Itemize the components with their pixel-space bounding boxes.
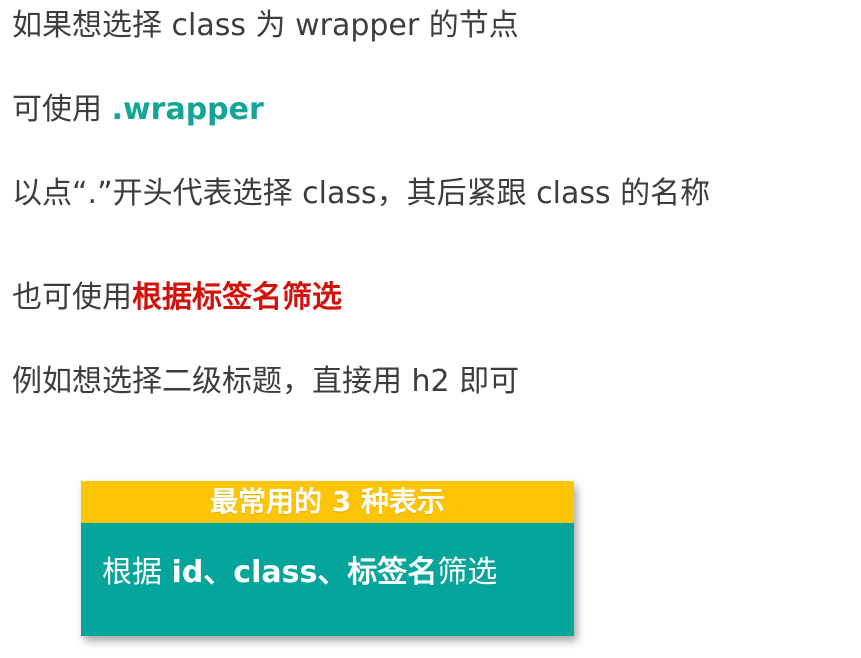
code-highlight-wrapper: .wrapper (111, 92, 264, 127)
card-body-bold: id、class、标签名 (171, 555, 438, 590)
text-line-use-wrapper: 可使用 .wrapper (12, 90, 264, 130)
text-prefix: 可使用 (12, 92, 112, 127)
text-line-select-class: 如果想选择 class 为 wrapper 的节点 (12, 8, 519, 43)
card-body: 根据 id、class、标签名筛选 (81, 523, 574, 636)
text-prefix: 也可使用 (12, 280, 132, 315)
tag-filter-highlight: 根据标签名筛选 (132, 280, 342, 315)
card-body-suffix: 筛选 (437, 555, 498, 590)
text-line-h2-example: 例如想选择二级标题，直接用 h2 即可 (12, 364, 520, 399)
card-body-prefix: 根据 (102, 555, 172, 590)
text-line-dot-prefix: 以点“.”开头代表选择 class，其后紧跟 class 的名称 (12, 176, 711, 211)
card-header: 最常用的 3 种表示 (81, 481, 574, 523)
summary-card: 最常用的 3 种表示 根据 id、class、标签名筛选 (81, 481, 574, 636)
text-line-tag-name: 也可使用根据标签名筛选 (12, 278, 342, 318)
